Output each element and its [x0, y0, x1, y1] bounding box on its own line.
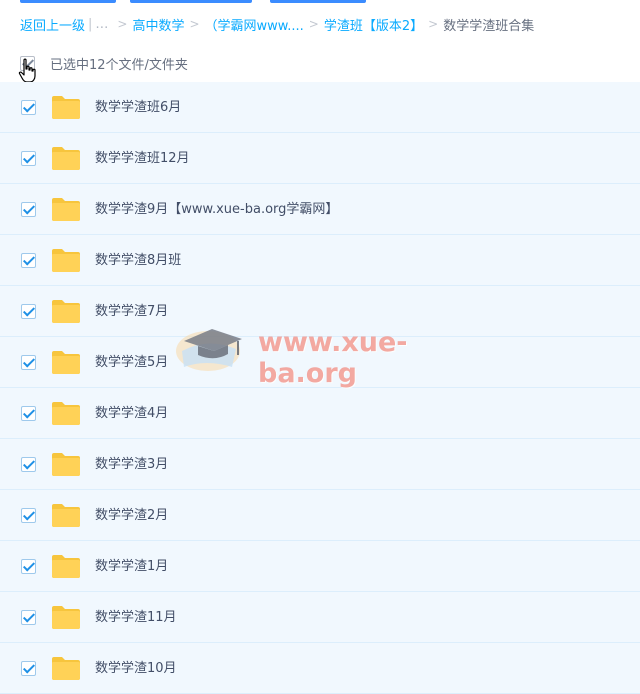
- row-checkbox[interactable]: [21, 456, 36, 472]
- folder-icon: [52, 606, 80, 629]
- folder-icon: [52, 657, 80, 680]
- tab-indicator: [130, 0, 252, 3]
- file-row[interactable]: 数学学渣9月【www.xue-ba.org学霸网】: [0, 184, 640, 235]
- selection-bar: 已选中12个文件/文件夹: [0, 50, 640, 76]
- file-row[interactable]: 数学学渣11月: [0, 592, 640, 643]
- folder-icon: [52, 96, 80, 119]
- breadcrumb: 返回上一级 | … > 高中数学 > （学霸网www.... > 学渣班【版本2…: [20, 13, 630, 35]
- folder-icon: [52, 300, 80, 323]
- folder-icon: [52, 351, 80, 374]
- folder-icon: [52, 555, 80, 578]
- breadcrumb-separator: >: [117, 17, 128, 31]
- file-name[interactable]: 数学学渣4月: [95, 388, 168, 439]
- tab-indicator: [270, 0, 366, 3]
- folder-icon: [52, 198, 80, 221]
- file-name[interactable]: 数学学渣11月: [95, 592, 177, 643]
- file-name[interactable]: 数学学渣3月: [95, 439, 168, 490]
- row-checkbox[interactable]: [21, 558, 36, 574]
- file-row[interactable]: 数学学渣7月: [0, 286, 640, 337]
- row-checkbox[interactable]: [21, 405, 36, 421]
- file-name[interactable]: 数学学渣2月: [95, 490, 168, 541]
- file-row[interactable]: 数学学渣10月: [0, 643, 640, 694]
- folder-icon: [52, 147, 80, 170]
- breadcrumb-separator: >: [189, 17, 200, 31]
- file-row[interactable]: 数学学渣班12月: [0, 133, 640, 184]
- file-row[interactable]: 数学学渣3月: [0, 439, 640, 490]
- row-checkbox[interactable]: [21, 303, 36, 319]
- breadcrumb-divider: |: [88, 16, 93, 32]
- file-name[interactable]: 数学学渣班6月: [95, 82, 181, 133]
- file-name[interactable]: 数学学渣9月【www.xue-ba.org学霸网】: [95, 184, 338, 235]
- breadcrumb-item[interactable]: 高中数学: [132, 15, 184, 34]
- selection-count: 已选中12个文件/文件夹: [50, 57, 188, 73]
- file-name[interactable]: 数学学渣1月: [95, 541, 168, 592]
- back-link[interactable]: 返回上一级: [20, 15, 85, 34]
- row-checkbox[interactable]: [21, 201, 36, 217]
- file-row[interactable]: 数学学渣1月: [0, 541, 640, 592]
- hand-cursor-icon: [18, 58, 36, 83]
- breadcrumb-ellipsis[interactable]: …: [95, 17, 108, 32]
- folder-icon: [52, 504, 80, 527]
- folder-icon: [52, 249, 80, 272]
- row-checkbox[interactable]: [21, 354, 36, 370]
- row-checkbox[interactable]: [21, 252, 36, 268]
- breadcrumb-item[interactable]: （学霸网www....: [205, 15, 304, 34]
- breadcrumb-item[interactable]: 学渣班【版本2】: [324, 15, 423, 34]
- top-tab-indicators: [0, 0, 640, 3]
- row-checkbox[interactable]: [21, 660, 36, 676]
- file-row[interactable]: 数学学渣4月: [0, 388, 640, 439]
- file-name[interactable]: 数学学渣8月班: [95, 235, 181, 286]
- file-row[interactable]: 数学学渣8月班: [0, 235, 640, 286]
- file-list: 数学学渣班6月 数学学渣班12月 数学学渣9月【www.xue-ba.org学霸…: [0, 82, 640, 694]
- file-row[interactable]: 数学学渣5月: [0, 337, 640, 388]
- file-name[interactable]: 数学学渣5月: [95, 337, 168, 388]
- file-row[interactable]: 数学学渣班6月: [0, 82, 640, 133]
- breadcrumb-separator: >: [308, 17, 319, 31]
- row-checkbox[interactable]: [21, 609, 36, 625]
- file-name[interactable]: 数学学渣7月: [95, 286, 168, 337]
- file-row[interactable]: 数学学渣2月: [0, 490, 640, 541]
- row-checkbox[interactable]: [21, 507, 36, 523]
- file-name[interactable]: 数学学渣班12月: [95, 133, 190, 184]
- tab-indicator: [20, 0, 116, 3]
- breadcrumb-current: 数学学渣班合集: [443, 18, 535, 34]
- row-checkbox[interactable]: [21, 99, 36, 115]
- file-name[interactable]: 数学学渣10月: [95, 643, 177, 694]
- breadcrumb-separator: >: [428, 17, 439, 31]
- folder-icon: [52, 453, 80, 476]
- folder-icon: [52, 402, 80, 425]
- row-checkbox[interactable]: [21, 150, 36, 166]
